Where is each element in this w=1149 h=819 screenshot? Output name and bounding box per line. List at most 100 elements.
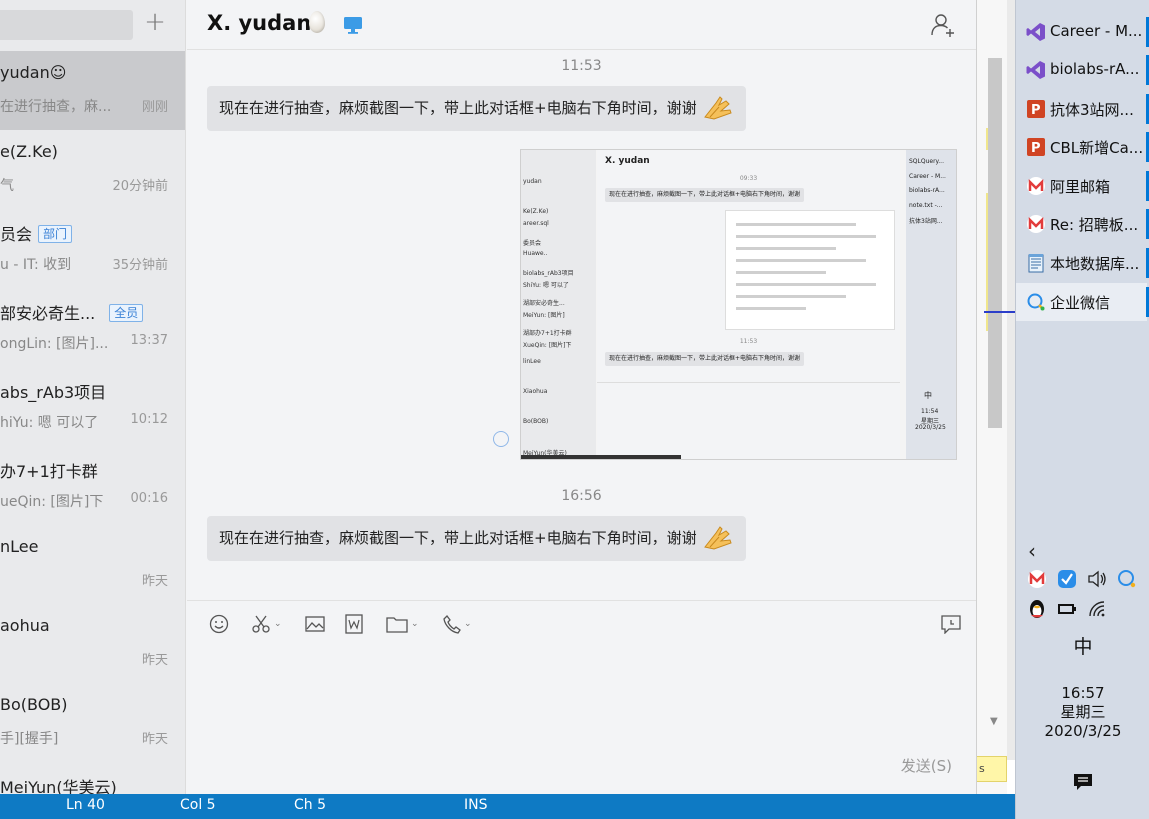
taskbar-item-recruit-mail[interactable]: Re: 招聘板... <box>1016 205 1149 243</box>
thumb-text: ShiYu: 嗯 可以了 <box>523 282 569 289</box>
document-button[interactable] <box>345 614 363 634</box>
svg-text:P: P <box>1031 103 1041 118</box>
windows-taskbar: Career - M... biolabs-rA... P 抗体3站网... P… <box>1015 0 1149 819</box>
conversation-preview: 手][握手] <box>0 731 59 747</box>
message-input[interactable] <box>187 646 976 746</box>
loading-spinner-icon <box>493 431 509 447</box>
taskbar-item-aliyun-mail[interactable]: 阿里邮箱 <box>1016 167 1149 205</box>
status-insert-mode: INS <box>464 797 488 813</box>
conversation-name-text: yudan <box>0 63 50 82</box>
word-doc-icon <box>345 614 363 634</box>
thumb-text: MeiYun: [图片] <box>523 312 565 319</box>
notification-center-icon[interactable] <box>1072 772 1094 792</box>
emoji-button[interactable] <box>209 614 229 634</box>
screenshot-image-message[interactable]: yudan Ke(Z.Ke) areer.sql 委员会 Huawe.. bio… <box>520 149 957 460</box>
folder-icon <box>386 617 408 633</box>
status-char: Ch 5 <box>294 797 327 813</box>
thumb-text: 中 <box>924 391 932 400</box>
editor-scroll-thumb[interactable] <box>988 58 1002 428</box>
conversation-item[interactable]: nLee 昨天 <box>0 525 185 604</box>
volume-icon[interactable] <box>1086 568 1108 590</box>
message-list[interactable]: 11:53 现在在进行抽查，麻烦截图一下，带上此对话框+电脑右下角时间，谢谢 y… <box>187 51 976 600</box>
chat-title: X. yudan <box>207 11 312 35</box>
thumb-text: XueQin: [图片]下 <box>523 342 572 349</box>
conversation-item[interactable]: 办7+1打卡群 ueQin: [图片]下 00:16 <box>0 446 185 525</box>
check-app-tray-icon[interactable] <box>1056 568 1078 590</box>
conversation-item[interactable]: MeiYun(华美云) <box>0 762 185 794</box>
chat-panel: X. yudan 11:53 现在在进行抽查，麻烦截图一下，带上此对话框+电脑右… <box>187 0 976 794</box>
taskbar-item-local-db[interactable]: 本地数据库... <box>1016 244 1149 282</box>
taskbar-item-wecom[interactable]: 企业微信 <box>1016 283 1149 321</box>
call-button[interactable]: ⌄ <box>443 614 472 634</box>
file-button[interactable]: ⌄ <box>386 614 419 634</box>
conversation-name: nLee <box>0 537 39 556</box>
screenshot-button[interactable]: ⌄ <box>251 614 282 634</box>
thumb-text: 湖部安必奇生... <box>523 300 565 307</box>
thumb-text: 抗体3站网... <box>909 218 943 225</box>
thumb-text: biolabs_rAb3项目 <box>523 270 574 277</box>
clock-time: 16:57 <box>1061 684 1105 702</box>
conversation-name: 部安必奇生... 全员 <box>0 300 144 324</box>
thumb-bubble: 现在在进行抽查，麻烦截图一下，带上此对话框+电脑右下角时间，谢谢 <box>605 188 805 202</box>
thumb-taskbar: SQLQuery... Career - M... biolabs-rA... … <box>906 150 956 459</box>
conversation-preview: hiYu: 嗯 可以了 <box>0 415 99 431</box>
battery-icon[interactable] <box>1056 598 1078 620</box>
add-member-icon[interactable] <box>930 12 956 38</box>
chevron-down-icon: ⌄ <box>464 619 472 629</box>
conversation-item[interactable]: 部安必奇生... 全员 ongLin: [图片]... 13:37 <box>0 288 185 367</box>
input-toolbar: ⌄ ⌄ ⌄ <box>187 600 976 646</box>
send-button[interactable]: 发送(S) <box>901 755 952 776</box>
conversation-preview: 在进行抽查，麻... <box>0 99 112 115</box>
editor-tab-strip[interactable]: s <box>976 756 1007 782</box>
chat-history-button[interactable] <box>940 614 962 634</box>
message-bubble[interactable]: 现在在进行抽查，麻烦截图一下，带上此对话框+电脑右下角时间，谢谢 <box>207 516 747 561</box>
editor-tab-strip-label: s <box>979 762 985 775</box>
thumb-sidebar: yudan Ke(Z.Ke) areer.sql 委员会 Huawe.. bio… <box>521 150 596 459</box>
conversation-item[interactable]: yudan☺ 在进行抽查，麻... 刚刚 <box>0 51 185 130</box>
wifi-icon[interactable] <box>1086 598 1108 620</box>
wecom-icon <box>1027 293 1045 311</box>
scroll-down-arrow-icon[interactable]: ▼ <box>990 716 998 727</box>
conversation-time: 35分钟前 <box>112 258 168 273</box>
conversation-time: 昨天 <box>141 732 168 747</box>
taskbar-item-label: Career - M... <box>1050 22 1143 40</box>
aliyun-mail-tray-icon[interactable] <box>1026 568 1048 590</box>
wecom-tray-icon[interactable] <box>1116 568 1138 590</box>
editor-scrollbar[interactable] <box>1007 0 1015 760</box>
thumb-title: X. yudan <box>605 156 650 166</box>
show-hidden-icons-chevron-icon[interactable]: ‹ <box>1028 539 1050 563</box>
conversation-item[interactable]: aohua 昨天 <box>0 604 185 683</box>
conversation-item[interactable]: 员会 部门 u - IT: 收到 35分钟前 <box>0 209 185 288</box>
status-column: Col 5 <box>180 797 216 813</box>
conversation-name: MeiYun(华美云) <box>0 778 117 794</box>
taskbar-item-biolabs[interactable]: biolabs-rA... <box>1016 51 1149 89</box>
chat-header: X. yudan <box>187 0 976 50</box>
conversation-item[interactable]: abs_rAb3项目 hiYu: 嗯 可以了 10:12 <box>0 367 185 446</box>
taskbar-item-label: 阿里邮箱 <box>1050 178 1111 196</box>
thumb-text: areer.sql <box>523 220 549 227</box>
taskbar-item-antibody-ppt[interactable]: P 抗体3站网... <box>1016 90 1149 128</box>
message-bubble[interactable]: 现在在进行抽查，麻烦截图一下，带上此对话框+电脑右下角时间，谢谢 <box>207 86 747 131</box>
qq-penguin-icon[interactable] <box>1026 598 1048 620</box>
phone-icon <box>443 615 461 634</box>
conversation-item[interactable]: e(Z.Ke) 气 20分钟前 <box>0 130 185 209</box>
praying-hands-emoji-icon <box>704 96 732 120</box>
clock-date: 2020/3/25 <box>1044 722 1122 740</box>
conversation-time: 20分钟前 <box>112 179 168 194</box>
message-text: 现在在进行抽查，麻烦截图一下，带上此对话框+电脑右下角时间，谢谢 <box>219 529 697 547</box>
taskbar-item-label: Re: 招聘板... <box>1050 216 1139 234</box>
input-method-indicator[interactable]: 中 <box>1016 632 1149 659</box>
system-clock[interactable]: 16:57 星期三 2020/3/25 <box>1016 684 1149 741</box>
thumb-text: biolabs-rA... <box>909 187 945 194</box>
message-timestamp: 11:53 <box>561 58 602 74</box>
thumb-decoration <box>521 455 681 459</box>
conversation-item[interactable]: Bo(BOB) 手][握手] 昨天 <box>0 683 185 762</box>
conversation-name: aohua <box>0 616 50 635</box>
taskbar-item-label: 抗体3站网... <box>1050 101 1134 119</box>
conversation-time: 00:16 <box>130 491 168 506</box>
search-input[interactable] <box>0 10 133 40</box>
add-icon[interactable]: + <box>140 8 170 38</box>
taskbar-item-career[interactable]: Career - M... <box>1016 13 1149 51</box>
image-button[interactable] <box>305 614 325 634</box>
taskbar-item-cbl-ppt[interactable]: P CBL新增Ca... <box>1016 128 1149 166</box>
